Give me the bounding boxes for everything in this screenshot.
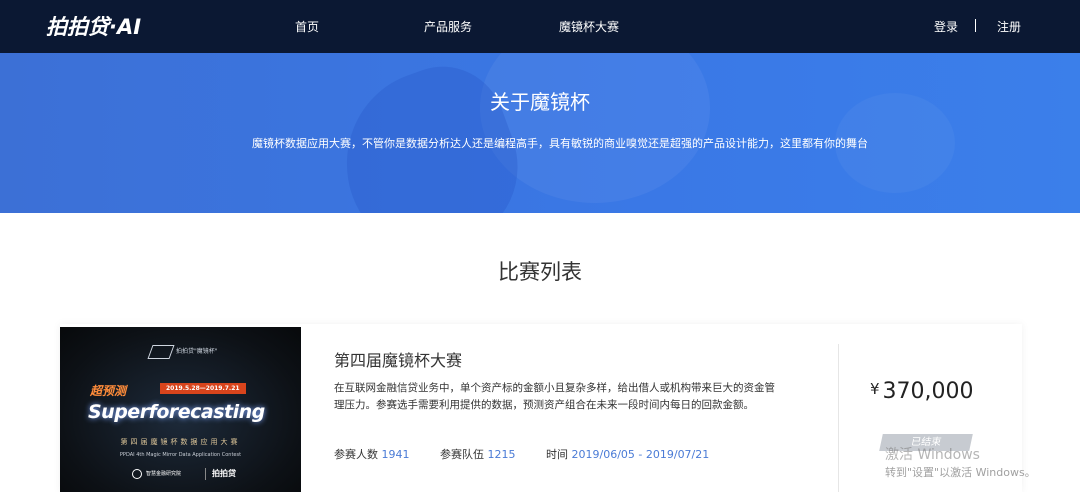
prize-value: 370,000: [882, 379, 974, 404]
poster-logo-icon: [147, 345, 175, 359]
poster-tag: 超预测: [90, 384, 127, 398]
top-navbar: 拍拍贷·AI 首页 产品服务 魔镜杯大赛 登录 注册: [0, 0, 1080, 53]
time-label: 时间: [546, 448, 568, 461]
section-title: 比赛列表: [498, 260, 582, 284]
poster-sponsor: 智慧金融研究院: [146, 471, 182, 477]
nav-separator: [975, 19, 976, 32]
competition-poster[interactable]: 拍拍贷"魔镜杯" 超预测 2019.5.28—2019.7.21 Superfo…: [60, 327, 301, 492]
brand-logo[interactable]: 拍拍贷·AI: [46, 12, 141, 40]
hero-banner: 关于魔镜杯 魔镜杯数据应用大赛，不管你是数据分析达人还是编程高手，具有敏锐的商业…: [0, 53, 1080, 213]
competition-title[interactable]: 第四届魔镜杯大赛: [334, 347, 462, 371]
login-link[interactable]: 登录: [934, 18, 958, 35]
competition-card[interactable]: 拍拍贷"魔镜杯" 超预测 2019.5.28—2019.7.21 Superfo…: [60, 324, 1022, 492]
poster-sponsor: 拍拍贷: [212, 469, 236, 478]
poster-subtitle: 第四届魔镜杯数据应用大赛: [120, 438, 241, 446]
participants-count: 1941: [381, 448, 410, 461]
time-info: 时间 2019/06/05 - 2019/07/21: [546, 446, 709, 462]
hero-description: 魔镜杯数据应用大赛，不管你是数据分析达人还是编程高手，具有敏锐的商业嗅觉还是超强…: [252, 137, 868, 150]
poster-sponsor-divider: [205, 468, 206, 480]
sponsor-bulb-icon: [132, 469, 142, 479]
windows-activation-hint: 转到"设置"以激活 Windows。: [885, 466, 1036, 479]
prize-amount: ¥370,000: [870, 379, 974, 404]
poster-logo-text: 拍拍贷"魔镜杯": [176, 348, 218, 355]
nav-home-link[interactable]: 首页: [295, 18, 319, 35]
participants-label: 参赛人数: [334, 448, 378, 461]
time-range: 2019/06/05 - 2019/07/21: [571, 448, 710, 461]
poster-headline: Superforecasting: [88, 401, 265, 423]
windows-activation-watermark: 激活 Windows: [885, 447, 980, 463]
teams-label: 参赛队伍: [440, 448, 484, 461]
currency-symbol: ¥: [870, 380, 880, 398]
hero-title: 关于魔镜杯: [490, 90, 590, 114]
participants-info: 参赛人数 1941: [334, 446, 410, 462]
teams-count: 1215: [487, 448, 516, 461]
poster-english-subtitle: PPDAI 4th Magic Mirror Data Application …: [119, 452, 242, 458]
competition-description: 在互联网金融信贷业务中，单个资产标的金额小且复杂多样，给出借人或机构带来巨大的资…: [334, 382, 775, 411]
register-link[interactable]: 注册: [997, 18, 1021, 35]
nav-products-link[interactable]: 产品服务: [424, 18, 472, 35]
teams-info: 参赛队伍 1215: [440, 446, 516, 462]
card-divider: [838, 344, 839, 492]
nav-contest-link[interactable]: 魔镜杯大赛: [559, 18, 619, 35]
poster-date: 2019.5.28—2019.7.21: [160, 383, 246, 394]
